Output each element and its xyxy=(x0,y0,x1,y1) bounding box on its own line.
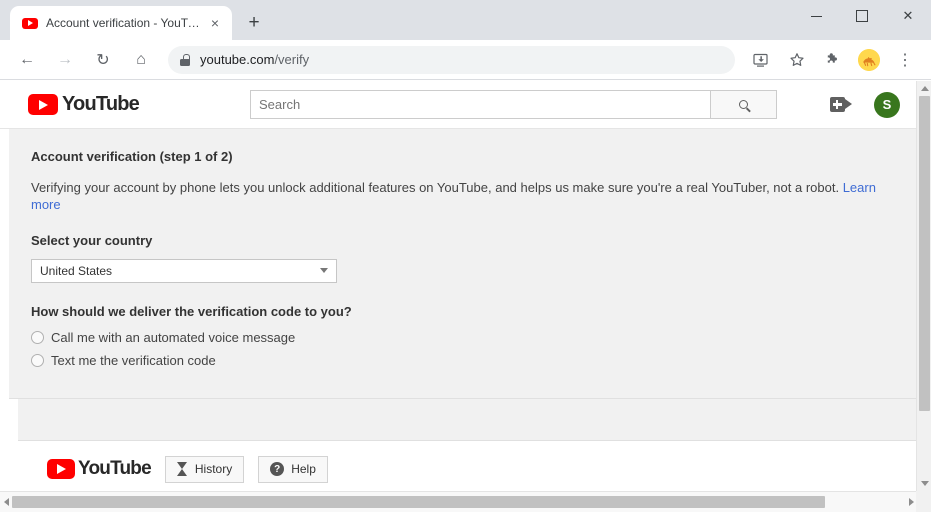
url-domain: youtube.com xyxy=(200,52,275,67)
radio-button-icon[interactable] xyxy=(31,353,44,367)
scroll-left-icon[interactable] xyxy=(0,492,12,512)
browser-menu-icon[interactable]: ⋮ xyxy=(891,46,919,74)
footer-youtube-logo[interactable]: YouTube xyxy=(47,458,152,480)
horizontal-scrollbar[interactable] xyxy=(0,491,931,512)
home-icon[interactable]: ⌂ xyxy=(127,46,155,74)
country-label: Select your country xyxy=(31,232,153,248)
hourglass-icon xyxy=(176,462,188,477)
window-controls: ✕ xyxy=(793,0,931,32)
url-path: /verify xyxy=(274,52,310,67)
panel-spacer xyxy=(18,398,916,441)
back-icon[interactable]: ← xyxy=(13,46,41,74)
profile-avatar-icon[interactable] xyxy=(855,46,883,74)
vertical-scrollbar[interactable] xyxy=(916,81,931,491)
youtube-favicon-icon xyxy=(22,15,38,31)
youtube-logo-text: YouTube xyxy=(62,93,140,115)
delivery-label: How should we deliver the verification c… xyxy=(31,303,352,319)
install-app-icon[interactable] xyxy=(747,46,775,74)
history-button[interactable]: History xyxy=(164,455,245,483)
vertical-scrollbar-thumb[interactable] xyxy=(919,96,930,411)
footer-logo-text: YouTube xyxy=(78,458,152,480)
page-footer: YouTube History ? Help xyxy=(9,440,916,483)
reload-icon[interactable]: ↻ xyxy=(89,46,117,74)
page-title: Account verification (step 1 of 2) xyxy=(31,149,233,164)
address-bar[interactable]: youtube.com/verify xyxy=(168,45,735,74)
new-tab-button[interactable]: + xyxy=(240,9,268,37)
scrollbar-corner xyxy=(916,491,931,512)
intro-text: Verifying your account by phone lets you… xyxy=(31,180,894,214)
radio-option-label: Call me with an automated voice message xyxy=(51,329,296,345)
tab-title: Account verification - YouTube xyxy=(46,16,206,30)
content-area: Account verification (step 1 of 2) Verif… xyxy=(0,129,916,483)
question-mark-icon: ? xyxy=(270,462,285,477)
account-avatar[interactable]: S xyxy=(874,91,900,118)
lock-icon xyxy=(180,53,190,66)
forward-icon[interactable]: → xyxy=(51,46,79,74)
country-select[interactable]: United States xyxy=(31,258,337,283)
page-viewport: YouTube Search S Account verification (s… xyxy=(0,81,931,512)
address-bar-url: youtube.com/verify xyxy=(200,52,309,67)
search-bar xyxy=(249,90,777,119)
scroll-up-icon[interactable] xyxy=(917,81,931,96)
history-button-label: History xyxy=(194,462,233,477)
extensions-puzzle-icon[interactable] xyxy=(819,46,847,74)
verification-panel: Account verification (step 1 of 2) Verif… xyxy=(9,129,916,399)
create-video-icon[interactable] xyxy=(830,97,852,112)
country-selected-value: United States xyxy=(40,263,113,278)
browser-window: Account verification - YouTube × + ✕ ← →… xyxy=(0,0,931,512)
horizontal-scrollbar-thumb[interactable] xyxy=(12,496,825,508)
youtube-play-icon xyxy=(47,459,75,480)
youtube-play-icon xyxy=(28,94,58,115)
youtube-masthead: YouTube S xyxy=(0,81,916,129)
search-icon xyxy=(738,100,748,109)
youtube-logo[interactable]: YouTube xyxy=(28,93,140,116)
intro-sentence: Verifying your account by phone lets you… xyxy=(31,180,840,195)
help-button-label: Help xyxy=(291,462,316,477)
scroll-down-icon[interactable] xyxy=(917,476,931,491)
minimize-window-button[interactable] xyxy=(793,0,839,32)
search-input[interactable] xyxy=(249,90,711,119)
close-tab-icon[interactable]: × xyxy=(206,14,224,32)
youtube-page: YouTube Search S Account verification (s… xyxy=(0,81,916,492)
radio-option-label: Text me the verification code xyxy=(51,352,216,368)
browser-tab-account-verification[interactable]: Account verification - YouTube × xyxy=(10,6,232,40)
search-submit-button[interactable] xyxy=(710,90,777,119)
close-window-button[interactable]: ✕ xyxy=(885,0,931,32)
chevron-down-icon xyxy=(320,268,328,274)
browser-toolbar: ← → ↻ ⌂ youtube.com/verify ⋮ xyxy=(0,40,931,80)
bookmark-star-icon[interactable] xyxy=(783,46,811,74)
radio-option-text-message[interactable]: Text me the verification code xyxy=(31,353,894,368)
masthead-actions: S xyxy=(830,91,900,118)
maximize-window-button[interactable] xyxy=(839,0,885,32)
tab-strip: Account verification - YouTube × + ✕ xyxy=(0,0,931,40)
help-button[interactable]: ? Help xyxy=(258,455,328,483)
radio-option-voice-call[interactable]: Call me with an automated voice message xyxy=(31,330,894,345)
radio-button-icon[interactable] xyxy=(31,330,44,344)
